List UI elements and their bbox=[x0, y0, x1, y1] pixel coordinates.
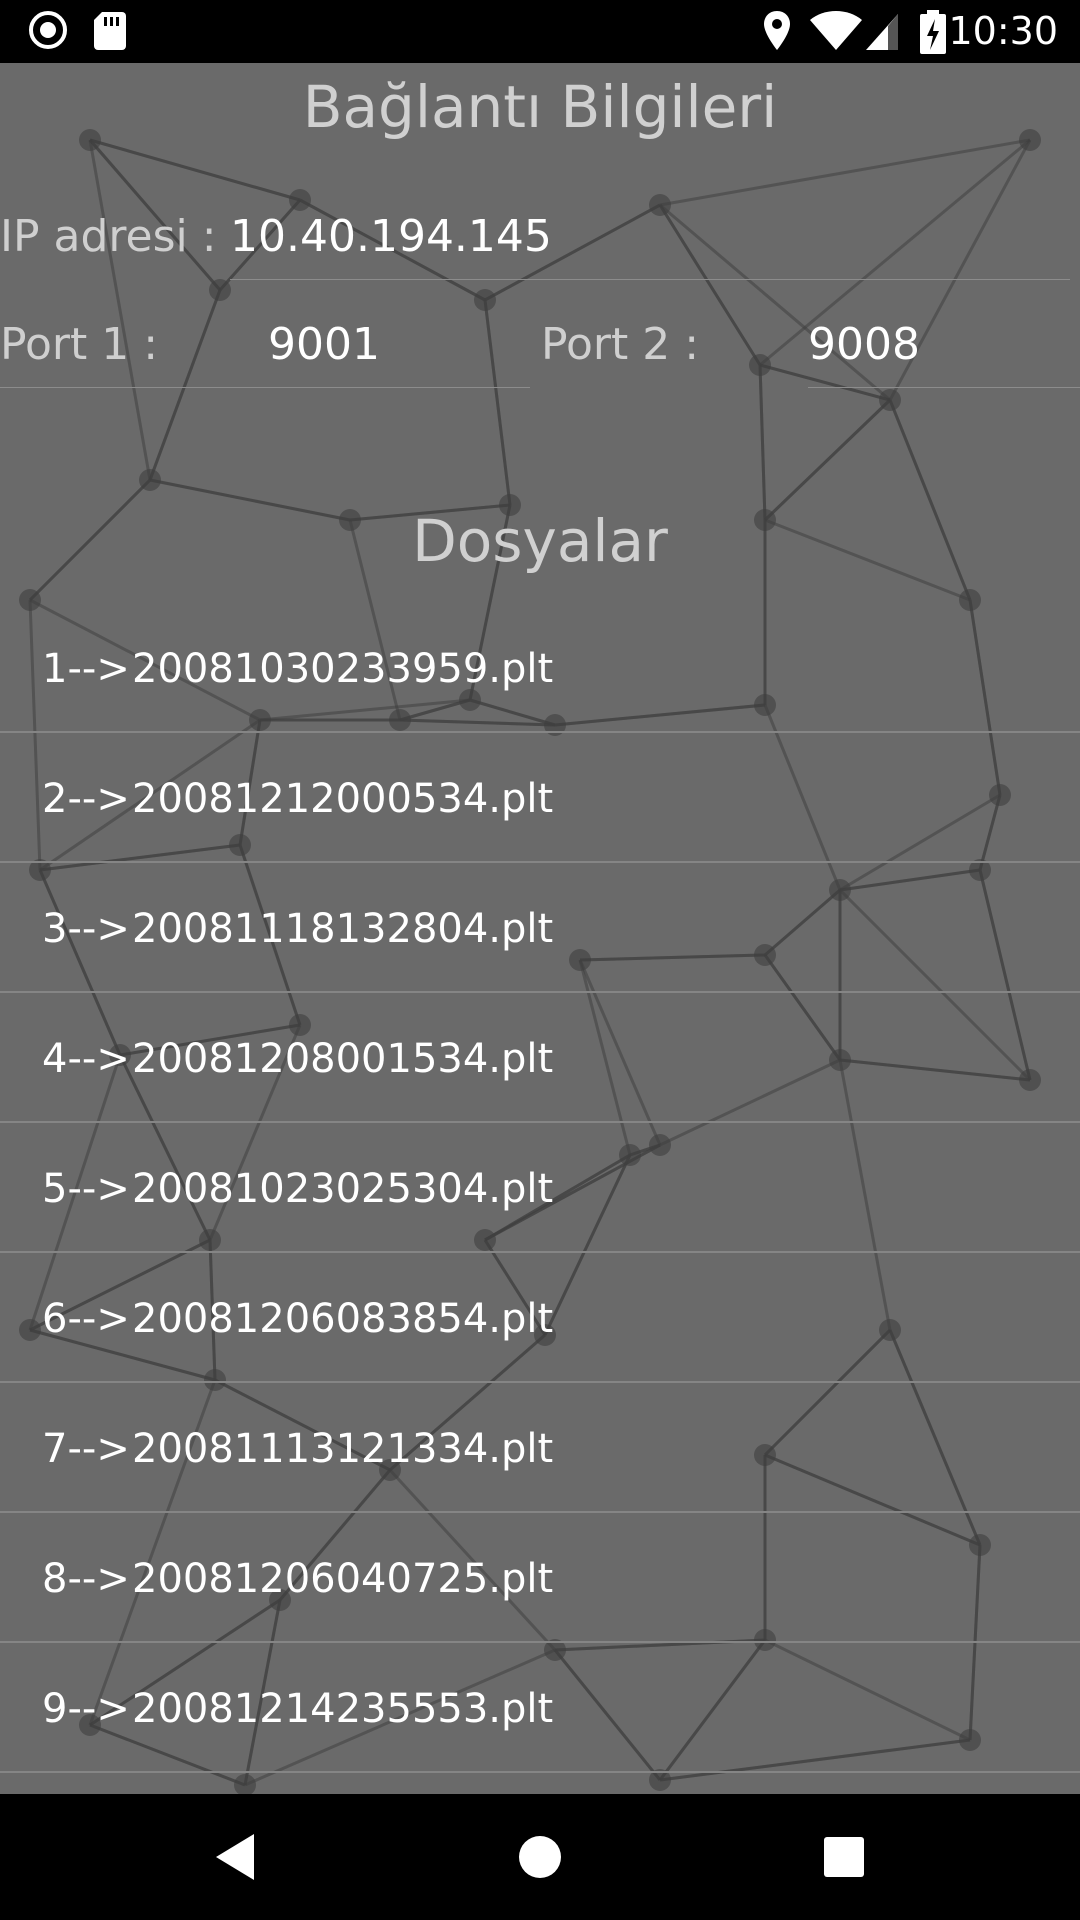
recording-icon bbox=[29, 11, 67, 49]
network-node bbox=[289, 189, 311, 211]
home-icon[interactable] bbox=[505, 1822, 575, 1892]
file-list: 1--> 20081030233959.plt 2--> 20081212000… bbox=[0, 603, 1080, 1773]
file-index: 6--> bbox=[42, 1296, 130, 1342]
list-item[interactable]: 7--> 20081113121334.plt bbox=[0, 1383, 1080, 1513]
ip-input[interactable]: 10.40.194.145 bbox=[230, 209, 552, 265]
files-title: Dosyalar bbox=[412, 507, 668, 575]
port1-input[interactable]: 9001 bbox=[268, 317, 380, 373]
file-index: 2--> bbox=[42, 776, 130, 822]
network-line bbox=[758, 364, 767, 521]
wifi-icon bbox=[810, 11, 862, 50]
sd-card-icon bbox=[94, 12, 126, 50]
file-name: 20081214235553.plt bbox=[132, 1686, 554, 1732]
battery-charging-icon bbox=[920, 10, 946, 54]
network-node bbox=[749, 354, 771, 376]
network-line bbox=[89, 138, 301, 202]
network-line bbox=[88, 139, 152, 481]
network-node bbox=[474, 289, 496, 311]
port2-input-underline bbox=[808, 387, 1080, 388]
network-line bbox=[483, 299, 512, 506]
signal-icon bbox=[866, 14, 898, 50]
list-item[interactable]: 6--> 20081206083854.plt bbox=[0, 1253, 1080, 1383]
file-name: 20081118132804.plt bbox=[132, 906, 554, 952]
port2-input[interactable]: 9008 bbox=[808, 317, 920, 373]
network-node bbox=[649, 194, 671, 216]
status-time: 10:30 bbox=[948, 9, 1058, 53]
location-icon bbox=[764, 11, 790, 50]
network-node bbox=[139, 469, 161, 491]
port1-input-underline bbox=[0, 387, 530, 388]
ip-input-underline bbox=[230, 279, 1070, 280]
list-item[interactable]: 4--> 20081208001534.plt bbox=[0, 993, 1080, 1123]
file-name: 20081206040725.plt bbox=[132, 1556, 554, 1602]
list-item[interactable]: 8--> 20081206040725.plt bbox=[0, 1513, 1080, 1643]
file-index: 5--> bbox=[42, 1166, 130, 1212]
file-name: 20081208001534.plt bbox=[132, 1036, 554, 1082]
file-name: 20081113121334.plt bbox=[132, 1426, 554, 1472]
list-item[interactable]: 2--> 20081212000534.plt bbox=[0, 733, 1080, 863]
status-bar: 10:30 bbox=[0, 0, 1080, 63]
network-node bbox=[879, 389, 901, 411]
list-item[interactable]: 9--> 20081214235553.plt bbox=[0, 1643, 1080, 1773]
file-index: 8--> bbox=[42, 1556, 130, 1602]
list-item[interactable]: 3--> 20081118132804.plt bbox=[0, 863, 1080, 993]
file-name: 20081212000534.plt bbox=[132, 776, 554, 822]
port2-label: Port 2 : bbox=[541, 319, 700, 370]
ip-label: IP adresi : bbox=[0, 211, 217, 262]
connection-title: Bağlantı Bilgileri bbox=[302, 73, 778, 141]
list-item[interactable]: 5--> 20081023025304.plt bbox=[0, 1123, 1080, 1253]
file-index: 9--> bbox=[42, 1686, 130, 1732]
file-name: 20081206083854.plt bbox=[132, 1296, 554, 1342]
file-name: 20081023025304.plt bbox=[132, 1166, 554, 1212]
network-line bbox=[763, 398, 892, 522]
network-node bbox=[234, 1774, 256, 1796]
file-index: 4--> bbox=[42, 1036, 130, 1082]
network-node bbox=[209, 279, 231, 301]
back-icon[interactable] bbox=[200, 1822, 270, 1892]
file-index: 7--> bbox=[42, 1426, 130, 1472]
list-item[interactable]: 1--> 20081030233959.plt bbox=[0, 603, 1080, 733]
network-line bbox=[659, 138, 1031, 207]
file-name: 20081030233959.plt bbox=[132, 646, 554, 692]
network-line bbox=[148, 289, 222, 481]
file-index: 3--> bbox=[42, 906, 130, 952]
navigation-bar bbox=[0, 1794, 1080, 1920]
recents-icon[interactable] bbox=[809, 1822, 879, 1892]
port1-label: Port 1 : bbox=[0, 319, 159, 370]
file-index: 1--> bbox=[42, 646, 130, 692]
